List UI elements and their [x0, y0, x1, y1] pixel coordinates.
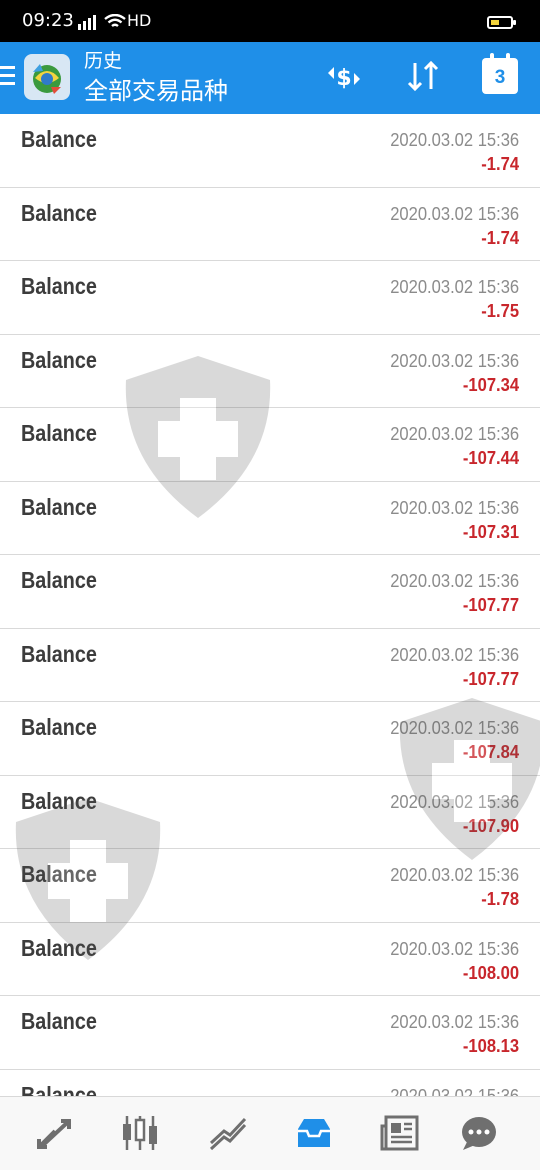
cell-signal-icon: [76, 14, 98, 34]
nav-chart-button[interactable]: [118, 1113, 162, 1157]
app-logo: [24, 54, 70, 100]
row-amount: -1.78: [481, 889, 519, 909]
wifi-icon: [104, 13, 126, 34]
row-date: 2020.03.02 15:36: [390, 203, 519, 224]
row-label: Balance: [21, 420, 97, 446]
list-item[interactable]: Balance 2020.03.02 15:36: [0, 1070, 540, 1097]
nav-quotes-button[interactable]: [33, 1113, 77, 1157]
list-item[interactable]: Balance 2020.03.02 15:36 -107.84: [0, 702, 540, 776]
row-amount: -107.44: [462, 448, 519, 468]
sort-button[interactable]: [401, 56, 445, 100]
currency-exchange-icon: $: [324, 59, 364, 97]
list-item[interactable]: Balance 2020.03.02 15:36 -108.00: [0, 923, 540, 996]
row-label: Balance: [21, 1008, 97, 1034]
list-item[interactable]: Balance 2020.03.02 15:36 -107.34: [0, 335, 540, 408]
row-date: 2020.03.02 15:36: [390, 791, 519, 812]
list-item[interactable]: Balance 2020.03.02 15:36 -1.74: [0, 114, 540, 188]
row-amount: -107.84: [462, 742, 519, 762]
list-item[interactable]: Balance 2020.03.02 15:36 -1.78: [0, 849, 540, 923]
currency-exchange-button[interactable]: $: [322, 56, 366, 100]
row-amount: -107.77: [462, 595, 519, 615]
row-date: 2020.03.02 15:36: [390, 350, 519, 371]
svg-text:$: $: [336, 66, 351, 91]
row-amount: -1.74: [481, 154, 519, 174]
row-date: 2020.03.02 15:36: [390, 1085, 519, 1097]
row-date: 2020.03.02 15:36: [390, 130, 519, 150]
menu-icon[interactable]: [0, 66, 15, 88]
status-time: 09:23: [22, 10, 74, 31]
history-inbox-icon: [294, 1115, 334, 1155]
row-label: Balance: [21, 493, 97, 520]
row-amount: -108.13: [462, 1036, 519, 1056]
list-item[interactable]: Balance 2020.03.02 15:36 -107.31: [0, 482, 540, 555]
list-item[interactable]: Balance 2020.03.02 15:36 -107.77: [0, 555, 540, 629]
row-date: 2020.03.02 15:36: [390, 865, 519, 885]
list-item[interactable]: Balance 2020.03.02 15:36 -107.77: [0, 629, 540, 702]
nav-news-button[interactable]: [378, 1113, 422, 1157]
bottom-navigation: [0, 1096, 540, 1170]
trade-lines-icon: [208, 1115, 248, 1155]
row-label: Balance: [21, 567, 97, 593]
news-icon: [380, 1114, 420, 1156]
history-list[interactable]: Balance 2020.03.02 15:36 -1.74 Balance 2…: [0, 114, 540, 1096]
row-label: Balance: [21, 640, 97, 667]
row-amount: -107.90: [462, 815, 519, 836]
nav-chat-button[interactable]: [457, 1113, 501, 1157]
row-label: Balance: [21, 714, 97, 740]
page-title: 历史: [84, 50, 123, 72]
sort-arrows-icon: [403, 59, 443, 97]
row-label: Balance: [21, 861, 97, 887]
row-date: 2020.03.02 15:36: [390, 277, 519, 297]
status-bar: 09:23 HD: [0, 0, 540, 42]
hd-indicator: HD: [127, 11, 152, 30]
candlestick-chart-icon: [120, 1114, 160, 1156]
list-item[interactable]: Balance 2020.03.02 15:36 -107.90: [0, 776, 540, 849]
app-bar: 历史 全部交易品种 $ 3: [0, 42, 540, 114]
row-date: 2020.03.02 15:36: [390, 571, 519, 591]
row-amount: -107.77: [462, 668, 519, 689]
row-amount: -107.34: [462, 374, 519, 395]
calendar-day: 3: [494, 67, 506, 88]
list-item[interactable]: Balance 2020.03.02 15:36 -1.75: [0, 261, 540, 335]
row-date: 2020.03.02 15:36: [390, 497, 519, 518]
row-label: Balance: [21, 126, 97, 152]
row-label: Balance: [21, 1081, 97, 1097]
row-label: Balance: [21, 273, 97, 299]
battery-icon: [487, 16, 516, 29]
row-date: 2020.03.02 15:36: [390, 718, 519, 738]
quotes-arrows-icon: [35, 1115, 75, 1155]
row-amount: -1.75: [481, 301, 519, 321]
chat-bubble-icon: [459, 1114, 499, 1156]
row-date: 2020.03.02 15:36: [390, 938, 519, 959]
row-label: Balance: [21, 934, 97, 961]
row-amount: -107.31: [462, 521, 519, 542]
nav-trade-button[interactable]: [206, 1113, 250, 1157]
row-label: Balance: [21, 346, 97, 373]
calendar-button[interactable]: 3: [482, 53, 518, 94]
row-label: Balance: [21, 199, 97, 226]
row-amount: -108.00: [462, 962, 519, 983]
row-date: 2020.03.02 15:36: [390, 644, 519, 665]
list-item[interactable]: Balance 2020.03.02 15:36 -1.74: [0, 188, 540, 261]
list-item[interactable]: Balance 2020.03.02 15:36 -107.44: [0, 408, 540, 482]
row-date: 2020.03.02 15:36: [390, 1012, 519, 1032]
row-date: 2020.03.02 15:36: [390, 424, 519, 444]
symbol-filter-label[interactable]: 全部交易品种: [84, 77, 228, 105]
row-amount: -1.74: [481, 227, 519, 248]
list-item[interactable]: Balance 2020.03.02 15:36 -108.13: [0, 996, 540, 1070]
nav-history-button[interactable]: [292, 1113, 336, 1157]
row-label: Balance: [21, 787, 97, 814]
